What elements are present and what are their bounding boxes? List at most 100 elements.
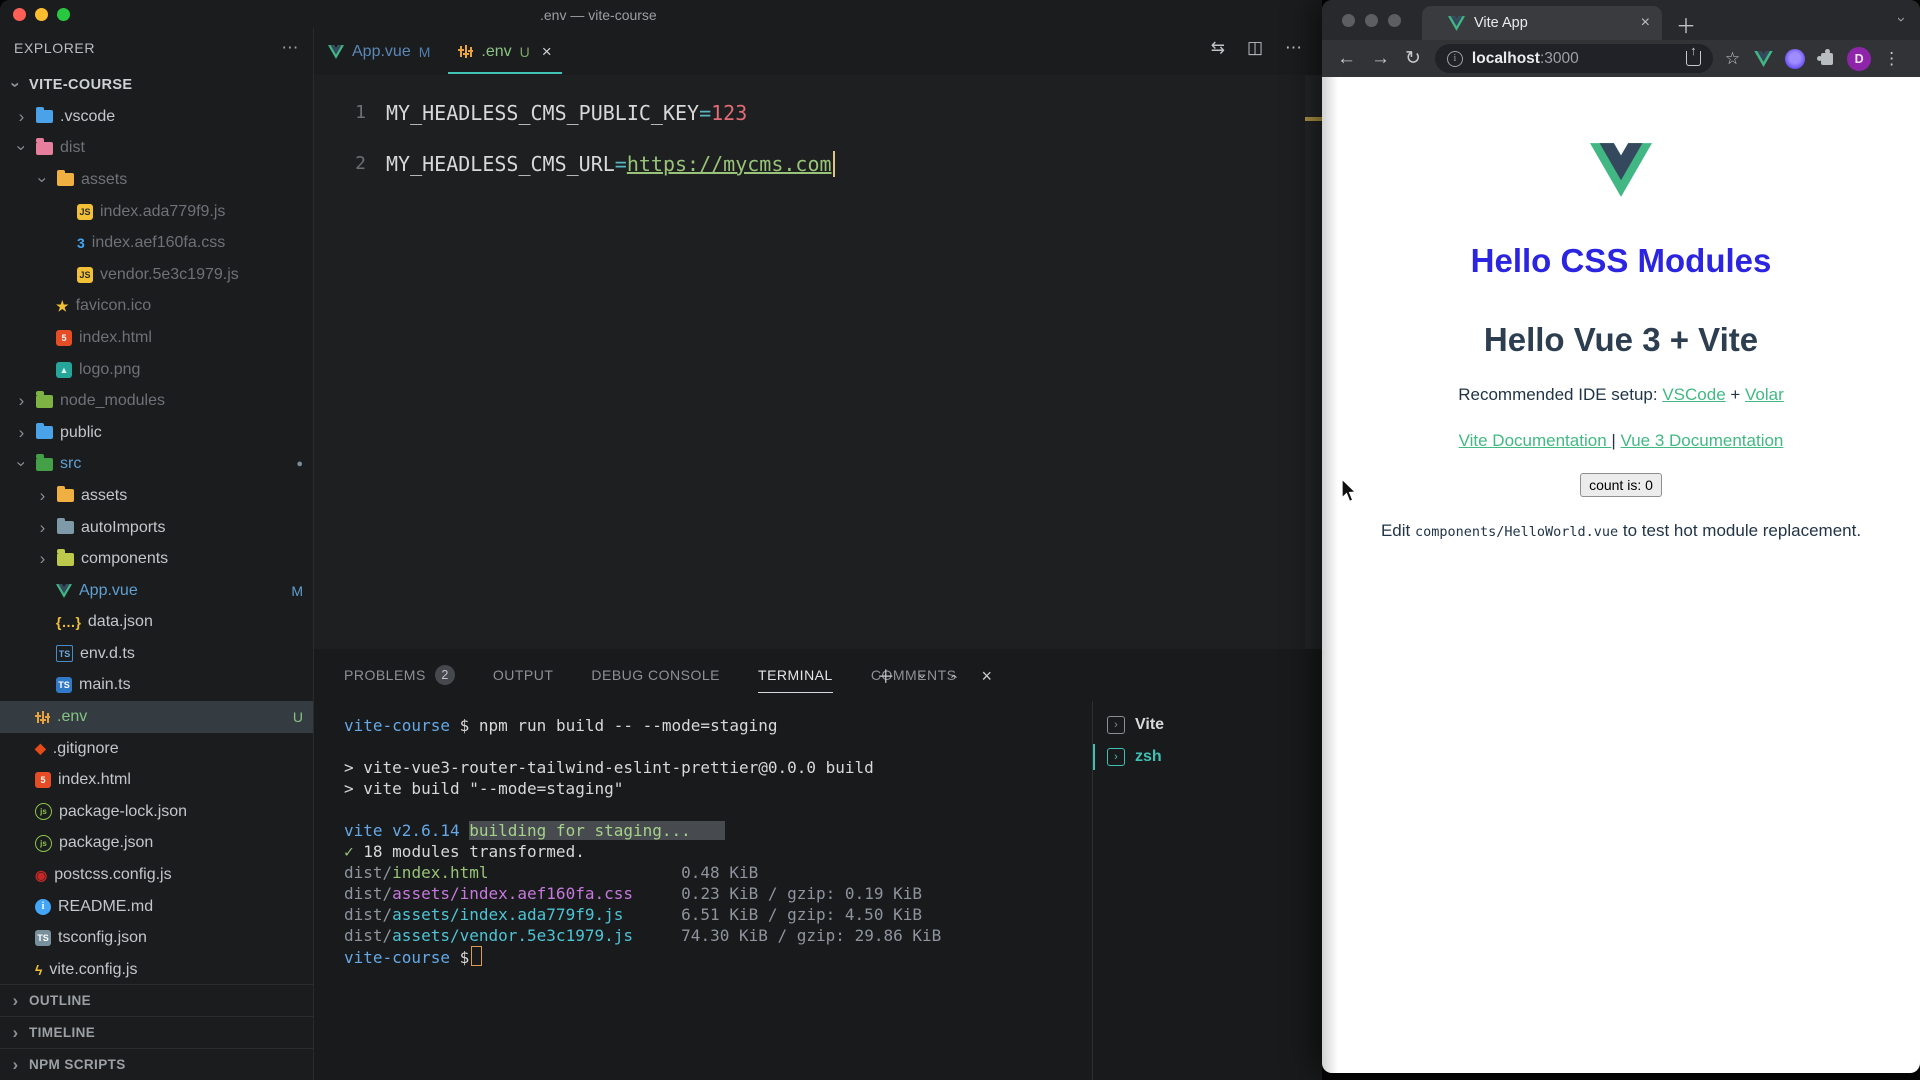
split-editor-icon[interactable]: ◫ [1247, 38, 1263, 58]
terminal-line: > vite build "--mode=staging" [344, 779, 624, 798]
tree-item-main-ts[interactable]: TS main.ts [0, 670, 313, 702]
maximize-panel-icon[interactable]: › [946, 674, 961, 678]
forward-button[interactable]: → [1371, 48, 1390, 70]
editor-more-icon[interactable]: ⋯ [1285, 38, 1302, 58]
tree-item-public[interactable]: › public [0, 417, 313, 449]
tree-item-src[interactable]: › src ● [0, 449, 313, 481]
sidebar-section-npm-scripts[interactable]: › NPM SCRIPTS [0, 1048, 313, 1080]
new-tab-button[interactable]: ＋ [1676, 10, 1696, 39]
open-changes-icon[interactable]: ⇆ [1211, 38, 1225, 58]
devtools-extension-icon[interactable] [1785, 48, 1806, 69]
tree-item-readme-md[interactable]: i README.md [0, 891, 313, 923]
minimize-window-button[interactable] [35, 7, 48, 21]
link-vite-docs[interactable]: Vite Documentation [1459, 431, 1612, 450]
browser-close-button[interactable] [1342, 14, 1355, 27]
vue-extension-icon[interactable] [1754, 50, 1773, 67]
browser-minimize-button[interactable] [1365, 14, 1378, 27]
problems-count-badge: 2 [434, 665, 455, 685]
code-line: 2 MY_HEADLESS_CMS_URL = https://mycms.com [314, 138, 1322, 189]
tree-item-autoimports[interactable]: › autoImports [0, 512, 313, 544]
line-number: 1 [355, 102, 366, 123]
sidebar-section-timeline[interactable]: › TIMELINE [0, 1016, 313, 1048]
browser-menu-icon[interactable]: ⋮ [1883, 49, 1900, 69]
panel-tab-debug-console[interactable]: DEBUG CONSOLE [591, 649, 720, 701]
tree-item-index-html[interactable]: 5 index.html [0, 322, 313, 354]
workspace-root-item[interactable]: › VITE-COURSE [0, 68, 313, 101]
new-terminal-button[interactable]: ＋ [877, 663, 895, 689]
tree-item--gitignore[interactable]: ◆ .gitignore [0, 733, 313, 765]
link-vscode[interactable]: VSCode [1662, 385, 1725, 404]
site-info-icon[interactable]: i [1446, 50, 1463, 67]
url-bar[interactable]: i localhost:3000 [1434, 44, 1713, 73]
tree-item-assets[interactable]: › assets [0, 164, 313, 196]
profile-avatar[interactable]: D [1847, 46, 1872, 71]
vite-icon: ϟ [35, 961, 43, 978]
tree-item-data-json[interactable]: {…} data.json [0, 607, 313, 639]
sidebar-section-outline[interactable]: › OUTLINE [0, 984, 313, 1016]
panel-tab-problems[interactable]: PROBLEMS 2 [344, 649, 455, 701]
tree-item-index-aef160fa-css[interactable]: 3 index.aef160fa.css [0, 227, 313, 259]
chevron-down-icon: › [33, 177, 53, 183]
tree-item-env-d-ts[interactable]: TS env.d.ts [0, 638, 313, 670]
panel-tab-terminal[interactable]: TERMINAL [758, 649, 833, 701]
terminal-dropdown-icon[interactable]: › [915, 674, 930, 678]
tree-item-vendor-5e3c1979-js[interactable]: JS vendor.5e3c1979.js [0, 259, 313, 291]
tree-item-label: logo.png [79, 360, 141, 378]
tab-search-chevron-icon[interactable]: › [1893, 17, 1910, 22]
terminal-line: vite-course $ npm run build -- --mode=st… [344, 716, 778, 735]
node-icon: js [35, 834, 52, 852]
tree-item-package-lock-json[interactable]: js package-lock.json [0, 796, 313, 828]
count-button[interactable]: count is: 0 [1580, 473, 1662, 497]
tree-item-vite-config-js[interactable]: ϟ vite.config.js [0, 954, 313, 986]
link-volar[interactable]: Volar [1745, 385, 1784, 404]
tab-close-icon[interactable]: × [1641, 14, 1650, 32]
close-window-button[interactable] [13, 7, 26, 21]
chevron-right-icon: › [18, 106, 25, 126]
tree-item-logo-png[interactable]: ▲ logo.png [0, 354, 313, 386]
terminal-line: vite-course $ [344, 946, 1092, 968]
tree-item-app-vue[interactable]: App.vue M [0, 575, 313, 607]
zoom-window-button[interactable] [57, 7, 70, 21]
tree-item-node-modules[interactable]: › node_modules [0, 385, 313, 417]
tree-item--vscode[interactable]: › .vscode [0, 101, 313, 133]
terminal-item-zsh[interactable]: › zsh [1093, 741, 1322, 773]
browser-zoom-button[interactable] [1388, 14, 1401, 27]
browser-tab[interactable]: Vite App × [1422, 6, 1662, 40]
tree-item--env[interactable]: .env U [0, 701, 313, 733]
fv-icon [36, 106, 53, 124]
browser-window-controls[interactable] [1342, 14, 1401, 27]
extensions-puzzle-icon[interactable] [1817, 48, 1834, 65]
tree-item-favicon-ico[interactable]: ★ favicon.ico [0, 291, 313, 323]
reload-button[interactable]: ↻ [1405, 47, 1421, 70]
editor-actions: ⇆ ◫ ⋯ [1211, 38, 1302, 58]
tree-item-index-html[interactable]: 5 index.html [0, 764, 313, 796]
editor-scrollbar[interactable] [1305, 75, 1322, 649]
terminal-output[interactable]: vite-course $ npm run build -- --mode=st… [314, 701, 1092, 1080]
panel-tab-output[interactable]: OUTPUT [493, 649, 554, 701]
bookmark-star-icon[interactable]: ☆ [1725, 49, 1740, 69]
terminal-item-vite[interactable]: › Vite [1093, 709, 1322, 741]
tab-close-icon[interactable]: × [542, 42, 552, 62]
tree-item-index-ada779f9-js[interactable]: JS index.ada779f9.js [0, 196, 313, 228]
tab-app-vue[interactable]: App.vue M [314, 28, 444, 75]
tree-item-label: components [81, 550, 169, 568]
tree-item-dist[interactable]: › dist [0, 133, 313, 165]
code-editor[interactable]: 1 MY_HEADLESS_CMS_PUBLIC_KEY = 123 2 MY_HEADL… [314, 75, 1322, 649]
js-icon: JS [77, 203, 93, 220]
tree-item-components[interactable]: › components [0, 543, 313, 575]
explorer-sidebar: EXPLORER ⋯ › VITE-COURSE › .vscode › dist › a… [0, 28, 314, 1080]
star-icon: ★ [56, 297, 69, 314]
tree-item-tsconfig-json[interactable]: TS tsconfig.json [0, 922, 313, 954]
explorer-more-icon[interactable]: ⋯ [281, 38, 299, 58]
fp-icon [36, 422, 53, 440]
back-button[interactable]: ← [1337, 48, 1356, 70]
tab-env[interactable]: .env U × [444, 28, 565, 75]
close-panel-icon[interactable]: × [981, 666, 992, 687]
tree-item-postcss-config-js[interactable]: ◉ postcss.config.js [0, 859, 313, 891]
tree-item-assets[interactable]: › assets [0, 480, 313, 512]
tab-git-badge: U [519, 43, 530, 60]
link-vue3-docs[interactable]: Vue 3 Documentation [1621, 431, 1784, 450]
share-icon[interactable] [1685, 51, 1701, 66]
terminal-icon: › [1107, 748, 1125, 766]
tree-item-package-json[interactable]: js package.json [0, 828, 313, 860]
